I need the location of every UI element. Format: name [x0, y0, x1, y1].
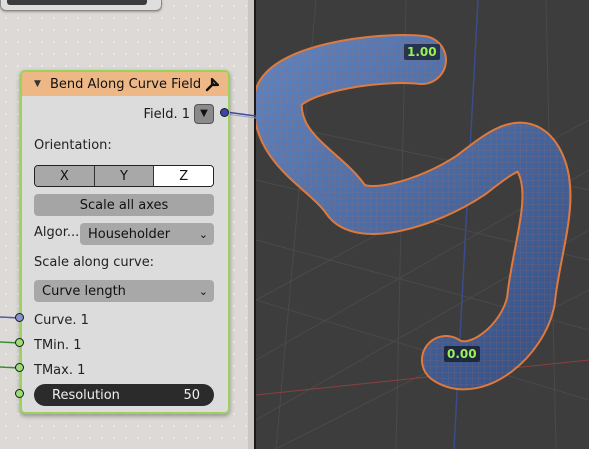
viewport-scene [252, 0, 589, 450]
tmin-input-row: TMin. 1 [22, 335, 228, 355]
curve-start-label: 0.00 [444, 346, 480, 362]
wrench-icon[interactable] [204, 76, 220, 92]
scale-all-axes-toggle[interactable]: Scale all axes [34, 194, 214, 216]
algorithm-label: Algor... [34, 225, 80, 240]
orientation-x[interactable]: X [35, 166, 95, 186]
orientation-selector[interactable]: X Y Z [34, 165, 214, 187]
3d-viewport[interactable]: 1.00 0.00 [252, 0, 589, 450]
output-row: Field. 1 ▼ [22, 104, 228, 124]
algorithm-value: Householder [88, 226, 171, 242]
field-dropdown[interactable]: ▼ [194, 104, 214, 124]
resolution-input-socket[interactable] [15, 389, 24, 398]
orientation-y[interactable]: Y [94, 166, 155, 186]
tmax-input-label: TMax. 1 [34, 362, 86, 378]
curve-input-row: Curve. 1 [22, 310, 228, 330]
scale-along-select[interactable]: Curve length ⌄ [34, 280, 214, 302]
algorithm-select[interactable]: Householder ⌄ [80, 223, 214, 245]
scale-along-label: Scale along curve: [34, 255, 155, 270]
chevron-down-icon: ▼ [200, 108, 208, 119]
tmax-input-row: TMax. 1 [22, 360, 228, 380]
resolution-value: 50 [183, 387, 200, 403]
field-output-socket[interactable] [220, 108, 229, 117]
curve-input-label: Curve. 1 [34, 312, 89, 328]
orientation-z[interactable]: Z [154, 166, 213, 186]
collapse-arrow-icon[interactable]: ▼ [34, 80, 42, 89]
chevron-down-icon: ⌄ [198, 285, 208, 298]
output-label: Field. 1 [143, 106, 190, 122]
orientation-label: Orientation: [34, 138, 112, 153]
curve-input-socket[interactable] [15, 313, 24, 322]
chevron-down-icon: ⌄ [198, 228, 208, 241]
bent-tube-mesh [252, 34, 572, 391]
tmax-input-socket[interactable] [15, 363, 24, 372]
resolution-label: Resolution [52, 387, 120, 403]
tmin-input-label: TMin. 1 [34, 337, 82, 353]
node-header[interactable]: ▼ Bend Along Curve Field [22, 72, 228, 96]
tmin-input-socket[interactable] [15, 338, 24, 347]
bend-along-curve-node[interactable]: ▼ Bend Along Curve Field Field. 1 ▼ Orie… [20, 70, 230, 414]
resolution-field[interactable]: Resolution 50 [34, 384, 214, 406]
scale-along-value: Curve length [42, 283, 126, 299]
node-title: Bend Along Curve Field [50, 76, 202, 92]
curve-end-label: 1.00 [404, 44, 440, 60]
